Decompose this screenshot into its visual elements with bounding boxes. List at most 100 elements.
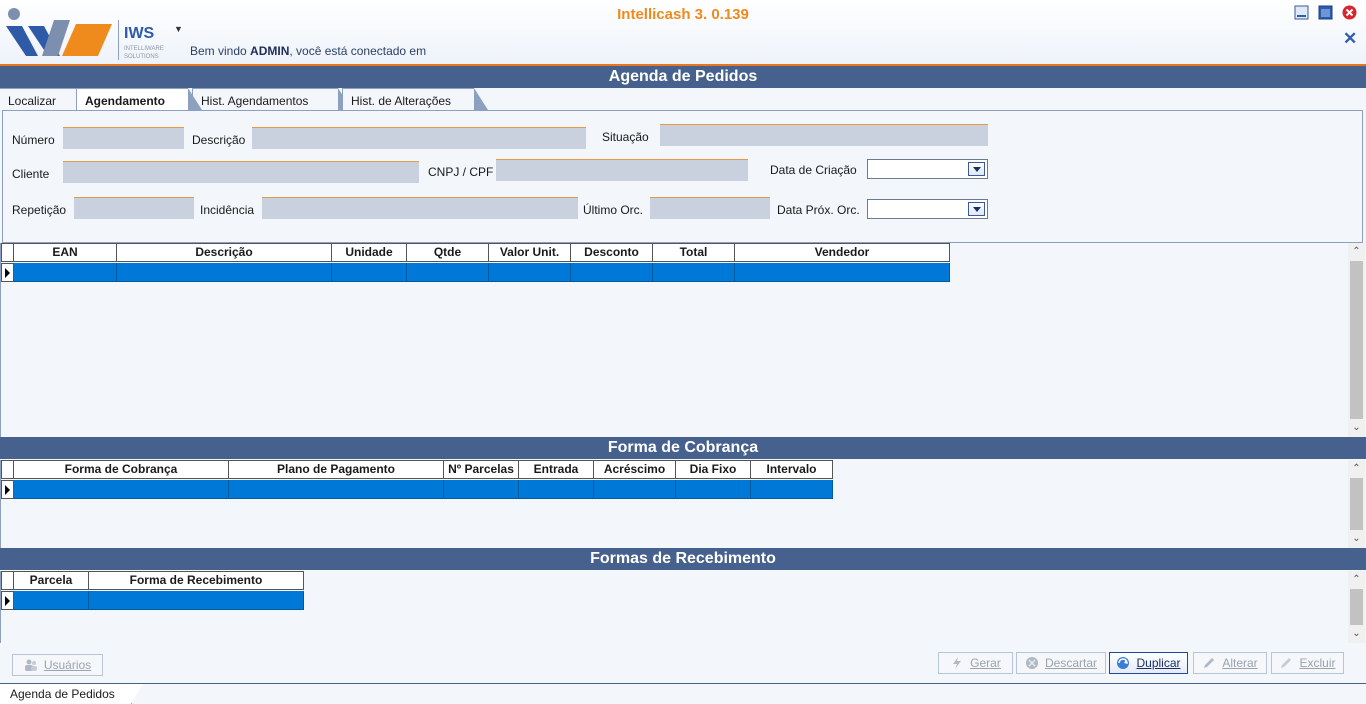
incidencia-field[interactable] [262,197,578,219]
tab-hist-alteracoes[interactable]: Hist. de Alterações [342,88,488,110]
duplicar-button[interactable]: Duplicar [1109,652,1188,674]
scroll-down-icon[interactable]: ⌄ [1348,532,1365,546]
lightning-icon [953,657,962,669]
numero-label: Número [12,133,55,147]
chevron-down-icon[interactable] [968,162,985,176]
col-acrescimo[interactable]: Acréscimo [593,460,676,479]
scroll-thumb[interactable] [1350,589,1363,625]
scroll-down-icon[interactable]: ⌄ [1348,421,1365,435]
col-n-parcelas[interactable]: Nº Parcelas [443,460,519,479]
svg-text:SOLUTIONS: SOLUTIONS [124,54,159,60]
row-indicator-icon[interactable] [1,263,14,282]
logo-menu-caret-icon[interactable]: ▼ [174,24,183,34]
table-row-cell[interactable] [571,263,653,282]
col-plano-pagamento[interactable]: Plano de Pagamento [228,460,444,479]
table-row-cell[interactable] [676,480,751,499]
col-desconto[interactable]: Desconto [570,243,653,262]
data-criacao-select[interactable] [867,159,988,179]
data-criacao-label: Data de Criação [770,163,857,177]
discard-icon [1025,657,1038,669]
table-row-cell[interactable] [594,480,676,499]
cliente-field[interactable] [63,161,419,183]
ultimo-orc-label: Último Orc. [583,203,643,217]
table-row-cell[interactable] [14,480,229,499]
table-row-cell[interactable] [444,480,519,499]
usuarios-button[interactable]: Usuários [12,654,103,676]
table-row-cell[interactable] [407,263,489,282]
col-parcela[interactable]: Parcela [13,571,89,590]
scroll-up-icon[interactable]: ⌃ [1348,245,1365,259]
incidencia-label: Incidência [200,203,255,217]
form-tab-agenda-pedidos[interactable]: Agenda de Pedidos [0,684,143,704]
scroll-thumb[interactable] [1350,478,1363,530]
tab-agendamento[interactable]: Agendamento [76,88,202,110]
cobranca-grid[interactable]: Forma de Cobrança Plano de Pagamento Nº … [0,460,1366,548]
close-form-icon[interactable]: ✕ [1343,30,1357,47]
repeticao-field[interactable] [74,197,194,219]
situacao-label: Situação [602,130,649,144]
tab-localizar[interactable]: Localizar [0,88,90,110]
table-row-cell[interactable] [14,591,89,610]
scroll-down-icon[interactable]: ⌄ [1348,627,1365,641]
cnpj-label: CNPJ / CPF [428,165,494,179]
col-intervalo[interactable]: Intervalo [750,460,833,479]
table-row-cell[interactable] [89,591,304,610]
scroll-up-icon[interactable]: ⌃ [1348,462,1365,476]
row-indicator-icon[interactable] [1,591,14,610]
table-row-cell[interactable] [519,480,594,499]
svg-text:INTELLIWARE: INTELLIWARE [124,46,164,52]
items-scrollbar[interactable]: ⌃ ⌄ [1348,243,1365,437]
table-row-cell[interactable] [653,263,735,282]
duplicar-label: Duplicar [1136,656,1181,670]
recebimento-scrollbar[interactable]: ⌃ ⌄ [1348,571,1365,643]
numero-field[interactable] [63,127,184,149]
col-descricao[interactable]: Descrição [116,243,332,262]
table-row-cell[interactable] [332,263,407,282]
users-icon [24,659,37,671]
items-grid[interactable]: EAN Descrição Unidade Qtde Valor Unit. D… [0,243,1366,437]
descricao-field[interactable] [252,127,586,149]
row-indicator-icon[interactable] [1,480,14,499]
col-unidade[interactable]: Unidade [331,243,407,262]
close-app-icon[interactable] [1342,5,1357,20]
usuarios-label: Usuários [43,658,92,672]
table-row-cell[interactable] [489,263,571,282]
col-forma-cobranca[interactable]: Forma de Cobrança [13,460,229,479]
col-valor-unit[interactable]: Valor Unit. [488,243,571,262]
table-row-cell[interactable] [735,263,950,282]
col-dia-fixo[interactable]: Dia Fixo [675,460,751,479]
excluir-button[interactable]: Excluir [1271,652,1344,674]
col-qtde[interactable]: Qtde [406,243,489,262]
col-vendedor[interactable]: Vendedor [734,243,950,262]
tab-hist-agendamentos[interactable]: Hist. Agendamentos [192,88,352,110]
scroll-up-icon[interactable]: ⌃ [1348,573,1365,587]
gerar-button[interactable]: Gerar [938,652,1013,674]
cobranca-title: Forma de Cobrança [0,437,1366,459]
edit-pencil-icon [1204,658,1215,668]
table-row-cell[interactable] [229,480,444,499]
situacao-field[interactable] [660,124,988,146]
cliente-label: Cliente [12,167,50,181]
alterar-label: Alterar [1222,656,1258,670]
app-title: Intellicash 3. 0.139 [617,6,749,23]
recebimento-grid[interactable]: Parcela Forma de Recebimento ⌃ ⌄ [0,571,1366,643]
maximize-icon[interactable] [1318,5,1333,20]
table-row-cell[interactable] [751,480,833,499]
table-row-cell[interactable] [14,263,117,282]
ultimo-orc-field[interactable] [650,197,770,219]
tab-strip: Localizar Agendamento Hist. Agendamentos… [0,88,1366,110]
table-row-cell[interactable] [117,263,332,282]
cobranca-scrollbar[interactable]: ⌃ ⌄ [1348,460,1365,548]
cnpj-field[interactable] [496,159,748,181]
minimize-icon[interactable] [1294,5,1309,20]
chevron-down-icon[interactable] [968,202,985,216]
scroll-thumb[interactable] [1350,261,1363,419]
col-forma-recebimento[interactable]: Forma de Recebimento [88,571,304,590]
repeticao-label: Repetição [12,203,67,217]
alterar-button[interactable]: Alterar [1193,652,1267,674]
descartar-button[interactable]: Descartar [1016,652,1106,674]
data-prox-orc-select[interactable] [867,199,988,219]
col-entrada[interactable]: Entrada [518,460,594,479]
col-total[interactable]: Total [652,243,735,262]
col-ean[interactable]: EAN [13,243,117,262]
